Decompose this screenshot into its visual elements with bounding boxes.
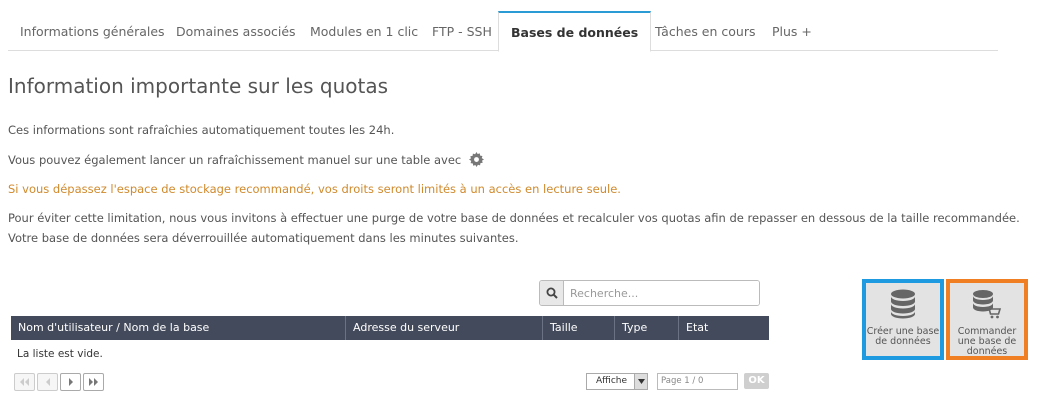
- tab-bases-de-donnees[interactable]: Bases de données: [498, 11, 652, 52]
- tab-plus[interactable]: Plus +: [772, 12, 812, 51]
- info-unlock: Votre base de données sera déverrouillée…: [8, 231, 519, 245]
- tab-informations-generales[interactable]: Informations générales: [20, 12, 165, 51]
- pagination: [14, 373, 104, 391]
- next-page-icon[interactable]: [60, 373, 81, 391]
- column-header-size[interactable]: Taille: [543, 316, 615, 340]
- empty-list-message: La liste est vide.: [17, 348, 103, 360]
- search-box: [539, 280, 760, 306]
- info-purge: Pour éviter cette limitation, nous vous …: [8, 211, 1020, 225]
- info-refresh-manual-text: Vous pouvez également lancer un rafraîch…: [8, 153, 462, 167]
- info-refresh-auto: Ces informations sont rafraîchies automa…: [8, 123, 395, 137]
- column-header-state[interactable]: Etat: [679, 316, 769, 340]
- database-icon: [890, 289, 916, 323]
- tab-bar: Informations générales Domaines associés…: [8, 11, 998, 52]
- column-header-type[interactable]: Type: [615, 316, 679, 340]
- tab-domaines-associes[interactable]: Domaines associés: [176, 12, 296, 51]
- create-database-label: Créer une base de données: [866, 326, 940, 347]
- info-refresh-manual: Vous pouvez également lancer un rafraîch…: [8, 152, 484, 170]
- gear-icon: [468, 152, 484, 170]
- page-title: Information importante sur les quotas: [8, 74, 389, 98]
- tab-modules-1-clic[interactable]: Modules en 1 clic: [310, 12, 418, 51]
- column-header-username[interactable]: Nom d'utilisateur / Nom de la base: [11, 316, 346, 340]
- order-database-label: Commander une base de données: [957, 326, 1017, 357]
- order-database-button[interactable]: Commander une base de données: [946, 279, 1028, 360]
- page-number-input[interactable]: Page 1 / 0: [657, 373, 738, 390]
- search-input[interactable]: [564, 281, 759, 305]
- database-cart-icon: [972, 289, 1002, 323]
- table-header: Nom d'utilisateur / Nom de la base Adres…: [11, 316, 769, 340]
- tab-taches-en-cours[interactable]: Tâches en cours: [655, 12, 756, 51]
- tab-ftp-ssh[interactable]: FTP - SSH: [432, 12, 492, 51]
- prev-page-icon[interactable]: [37, 373, 58, 391]
- per-page-select[interactable]: Affiche: [586, 373, 648, 390]
- create-database-button[interactable]: Créer une base de données: [862, 279, 944, 360]
- per-page-label: Affiche: [596, 376, 628, 386]
- dropdown-arrow-icon: [634, 374, 647, 389]
- column-header-server[interactable]: Adresse du serveur: [346, 316, 543, 340]
- ok-button[interactable]: OK: [744, 373, 769, 389]
- last-page-icon[interactable]: [83, 373, 104, 391]
- first-page-icon[interactable]: [14, 373, 35, 391]
- warning-readonly: Si vous dépassez l'espace de stockage re…: [8, 182, 621, 196]
- search-icon[interactable]: [540, 281, 564, 305]
